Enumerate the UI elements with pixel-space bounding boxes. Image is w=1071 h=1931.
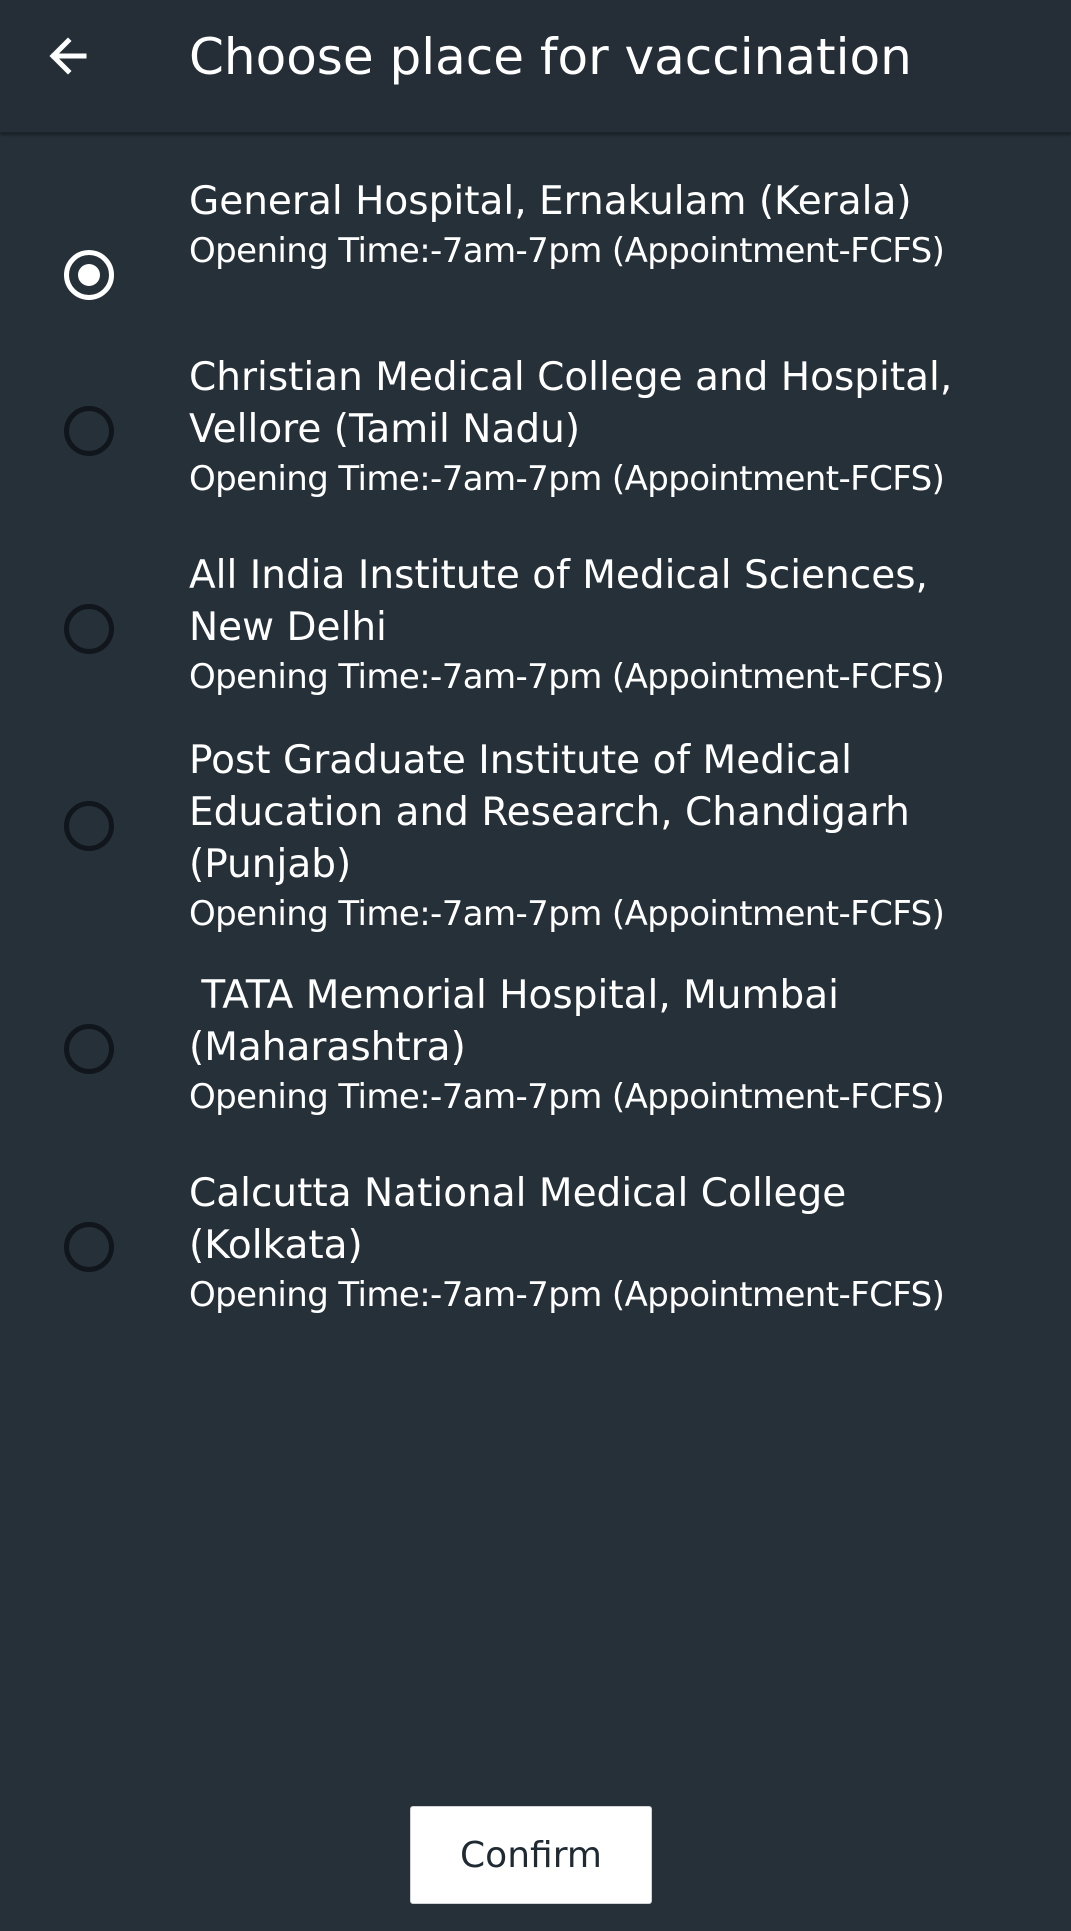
- opening-time: Opening Time:-7am-7pm (Appointment-FCFS): [189, 1077, 945, 1117]
- place-name: Post Graduate Institute of Medical Educa…: [189, 738, 910, 887]
- opening-time: Opening Time:-7am-7pm (Appointment-FCFS): [189, 894, 945, 934]
- opening-time: Opening Time:-7am-7pm (Appointment-FCFS): [189, 231, 945, 271]
- radio-button-selected[interactable]: [64, 250, 114, 300]
- place-name: TATA Memorial Hospital, Mumbai (Maharash…: [189, 973, 839, 1070]
- opening-time: Opening Time:-7am-7pm (Appointment-FCFS): [189, 657, 945, 697]
- place-name: Calcutta National Medical College (Kolka…: [189, 1171, 847, 1268]
- place-name: General Hospital, Ernakulam (Kerala): [189, 179, 912, 224]
- radio-button[interactable]: [64, 406, 114, 456]
- radio-button[interactable]: [64, 801, 114, 851]
- confirm-button[interactable]: Confirm: [410, 1806, 652, 1904]
- app-bar: Choose place for vaccination: [0, 0, 1071, 133]
- page-title: Choose place for vaccination: [189, 28, 912, 86]
- back-button[interactable]: [28, 20, 108, 92]
- arrow-left-icon: [49, 37, 87, 75]
- radio-button[interactable]: [64, 1024, 114, 1074]
- radio-button[interactable]: [64, 1222, 114, 1272]
- place-name: Christian Medical College and Hospital, …: [189, 355, 953, 452]
- opening-time: Opening Time:-7am-7pm (Appointment-FCFS): [189, 459, 945, 499]
- place-name: All India Institute of Medical Sciences,…: [189, 553, 928, 650]
- radio-button[interactable]: [64, 604, 114, 654]
- opening-time: Opening Time:-7am-7pm (Appointment-FCFS): [189, 1275, 945, 1315]
